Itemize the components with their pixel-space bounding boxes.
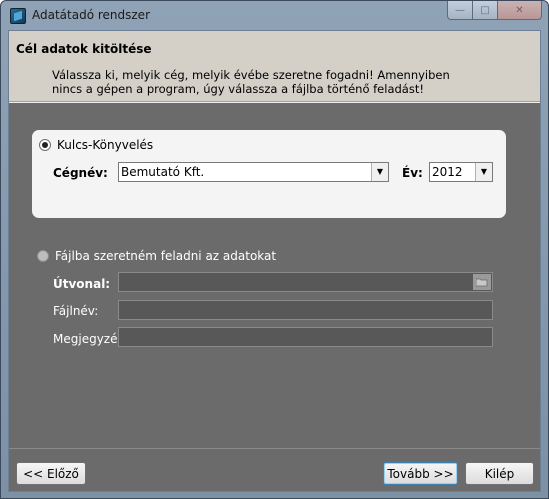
close-button[interactable]: ✕ bbox=[498, 1, 542, 20]
dialog-body: Kulcs-Könyvelés Cégnév: Bemutató Kft. ▼ … bbox=[9, 103, 540, 448]
title-bar[interactable]: Adatátadó rendszer — □ ✕ bbox=[1, 1, 548, 30]
file-radio-row[interactable]: Fájlba szeretném feladni az adatokat bbox=[37, 249, 276, 263]
exit-button[interactable]: Kilép bbox=[465, 462, 534, 485]
next-button[interactable]: Tovább >> bbox=[383, 462, 458, 485]
file-radio[interactable] bbox=[37, 250, 49, 262]
chevron-down-icon[interactable]: ▼ bbox=[475, 163, 492, 181]
chevron-down-icon[interactable]: ▼ bbox=[371, 163, 388, 181]
kulcs-radio-row[interactable]: Kulcs-Könyvelés bbox=[39, 138, 153, 152]
kulcs-label: Kulcs-Könyvelés bbox=[57, 138, 154, 152]
dialog-header: Cél adatok kitöltése Válassza ki, melyik… bbox=[9, 31, 540, 102]
year-select[interactable]: 2012 ▼ bbox=[429, 162, 493, 182]
header-description: Válassza ki, melyik cég, melyik évébe sz… bbox=[52, 68, 450, 96]
path-label: Útvonal: bbox=[53, 277, 111, 291]
path-field[interactable] bbox=[118, 272, 493, 292]
maximize-button[interactable]: □ bbox=[473, 1, 498, 20]
folder-icon bbox=[476, 278, 488, 287]
company-value: Bemutató Kft. bbox=[121, 165, 205, 179]
minimize-button[interactable]: — bbox=[447, 1, 473, 20]
kulcs-radio[interactable] bbox=[39, 139, 51, 151]
company-select[interactable]: Bemutató Kft. ▼ bbox=[118, 162, 389, 182]
dialog-client: Cél adatok kitöltése Válassza ki, melyik… bbox=[8, 30, 541, 492]
browse-button[interactable] bbox=[473, 274, 491, 290]
header-title: Cél adatok kitöltése bbox=[16, 42, 152, 56]
caption-buttons: — □ ✕ bbox=[447, 1, 542, 21]
minimize-icon: — bbox=[455, 4, 465, 16]
comment-label: Megjegyzés: bbox=[53, 332, 128, 346]
year-value: 2012 bbox=[432, 165, 463, 179]
comment-field[interactable] bbox=[118, 327, 493, 347]
window-title: Adatátadó rendszer bbox=[32, 8, 151, 22]
close-icon: ✕ bbox=[515, 4, 524, 16]
maximize-icon: □ bbox=[480, 4, 490, 16]
file-option-label: Fájlba szeretném feladni az adatokat bbox=[55, 249, 277, 263]
button-bar: << Előző Tovább >> Kilép bbox=[9, 448, 540, 491]
app-window: Adatátadó rendszer — □ ✕ Cél adatok kitö… bbox=[0, 0, 549, 499]
prev-button[interactable]: << Előző bbox=[16, 462, 86, 485]
company-label: Cégnév: bbox=[53, 166, 108, 180]
filename-field[interactable] bbox=[118, 300, 493, 320]
kulcs-panel: Kulcs-Könyvelés Cégnév: Bemutató Kft. ▼ … bbox=[32, 130, 506, 218]
filename-label: Fájlnév: bbox=[53, 304, 99, 318]
app-icon bbox=[10, 8, 26, 24]
year-label: Év: bbox=[402, 166, 423, 180]
